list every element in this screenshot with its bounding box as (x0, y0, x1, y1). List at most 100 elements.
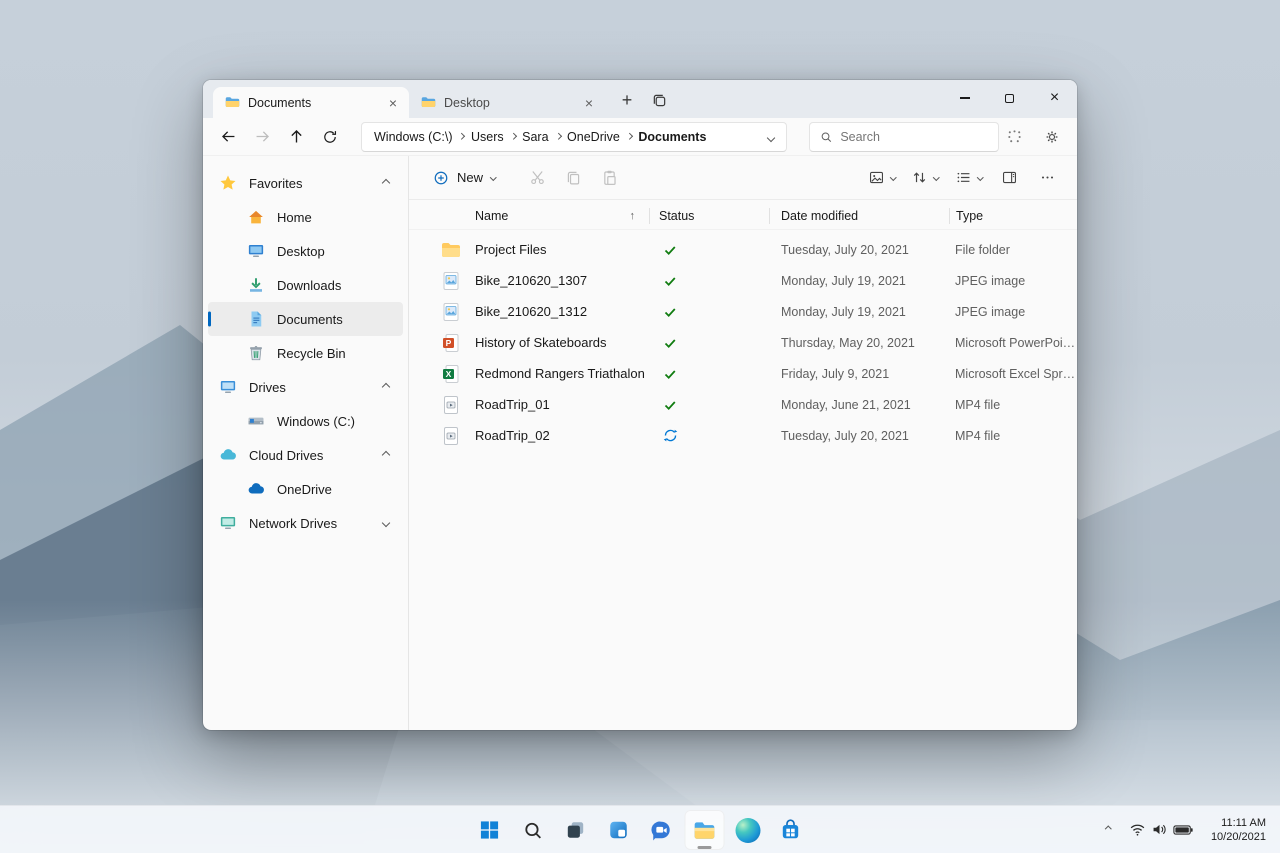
file-type: JPEG image (955, 273, 1026, 288)
folder-icon (421, 97, 436, 107)
jpeg-file-icon (443, 271, 459, 290)
chevron-up-icon[interactable] (381, 382, 391, 392)
tab-overview-icon[interactable] (645, 86, 673, 114)
file-date-modified: Thursday, May 20, 2021 (781, 335, 915, 350)
synced-icon (664, 338, 676, 348)
sidebar-item-recycle-bin[interactable]: Recycle Bin (208, 336, 403, 370)
clipboard-icon (604, 170, 616, 185)
layout-button[interactable] (861, 162, 903, 194)
syncing-icon (663, 429, 678, 442)
sidebar-item-downloads[interactable]: Downloads (208, 268, 403, 302)
forward-button[interactable] (247, 122, 277, 152)
breadcrumb-segment[interactable]: OneDrive (567, 130, 620, 144)
video-file-icon (444, 395, 458, 414)
file-name: RoadTrip_01 (475, 397, 550, 412)
thumbnail-icon (869, 171, 883, 184)
taskbar-clock[interactable]: 11:11 AM 10/20/2021 (1201, 810, 1278, 850)
sidebar-item-desktop[interactable]: Desktop (208, 234, 403, 268)
address-bar[interactable]: Windows (C:\) Users Sara OneDrive Docume… (361, 121, 787, 152)
up-button[interactable] (281, 122, 311, 152)
chevron-up-icon[interactable] (381, 178, 391, 188)
sidebar-section-drives[interactable]: Drives (208, 370, 403, 404)
chevron-up-icon[interactable] (381, 450, 391, 460)
microsoft-store-button[interactable] (771, 810, 811, 850)
column-header-date-modified[interactable]: Date modified (769, 207, 949, 224)
file-type: JPEG image (955, 304, 1026, 319)
sidebar-item-home[interactable]: Home (208, 200, 403, 234)
minimize-button[interactable] (942, 80, 987, 116)
sidebar-item-label: Windows (C:) (277, 413, 356, 429)
edge-button[interactable] (728, 810, 768, 850)
widgets-button[interactable] (599, 810, 639, 850)
file-row[interactable]: P History of Skateboards Thursday, May 2… (409, 327, 1077, 358)
tab-strip: Documents × Desktop × + × (203, 80, 1077, 118)
breadcrumb-segment[interactable]: Sara (522, 130, 548, 144)
start-button[interactable] (470, 810, 510, 850)
file-row[interactable]: RoadTrip_01 Monday, June 21, 2021 MP4 fi… (409, 389, 1077, 420)
hidden-icons-button[interactable] (1096, 810, 1121, 850)
settings-gear-icon[interactable] (1037, 122, 1067, 152)
sidebar-item-onedrive[interactable]: OneDrive (208, 472, 403, 506)
file-row[interactable]: RoadTrip_02 Tuesday, July 20, 2021 MP4 f… (409, 420, 1077, 451)
tab-close-button[interactable]: × (579, 93, 599, 113)
chevron-down-icon[interactable] (381, 518, 391, 528)
tab-documents[interactable]: Documents × (213, 87, 409, 118)
column-header-type[interactable]: Type (949, 207, 1077, 224)
file-row[interactable]: Bike_210620_1312 Monday, July 19, 2021 J… (409, 296, 1077, 327)
cut-button[interactable] (520, 162, 556, 194)
file-explorer-button[interactable] (684, 810, 725, 850)
new-tab-button[interactable]: + (613, 86, 641, 114)
sidebar-section-cloud-drives[interactable]: Cloud Drives (208, 438, 403, 472)
powerpoint-file-icon: P (443, 333, 459, 352)
file-row[interactable]: X Redmond Rangers Triathalon Friday, Jul… (409, 358, 1077, 389)
chevron-down-icon (889, 174, 896, 181)
address-dropdown-button[interactable] (766, 128, 776, 146)
file-row[interactable]: Project Files Tuesday, July 20, 2021 Fil… (409, 234, 1077, 265)
file-row[interactable]: Bike_210620_1307 Monday, July 19, 2021 J… (409, 265, 1077, 296)
sidebar-section-network-drives[interactable]: Network Drives (208, 506, 403, 540)
breadcrumb-segment-current[interactable]: Documents (638, 130, 706, 144)
file-name: Project Files (475, 242, 547, 257)
copy-button[interactable] (556, 162, 592, 194)
search-input[interactable] (840, 129, 988, 144)
refresh-button[interactable] (315, 122, 345, 152)
chevron-right-icon (458, 133, 465, 140)
search-box[interactable] (809, 121, 999, 152)
folder-icon (225, 97, 240, 107)
breadcrumb-segment[interactable]: Users (471, 130, 504, 144)
details-pane-button[interactable] (991, 162, 1027, 194)
breadcrumb-segment[interactable]: Windows (C:\) (374, 130, 452, 144)
view-button[interactable] (948, 162, 990, 194)
tab-desktop[interactable]: Desktop × (409, 87, 605, 118)
new-button[interactable]: New (423, 162, 506, 194)
sidebar-item-documents[interactable]: Documents (208, 302, 403, 336)
chat-button[interactable] (642, 810, 682, 850)
task-view-icon (567, 822, 584, 838)
sidebar-section-favorites[interactable]: Favorites (208, 166, 403, 200)
clock-date: 10/20/2021 (1210, 830, 1266, 843)
file-date-modified: Monday, July 19, 2021 (781, 304, 906, 319)
store-bag-icon (782, 819, 799, 839)
file-explorer-window: Documents × Desktop × + × Windows (C:\) … (203, 80, 1077, 730)
chevron-right-icon (554, 133, 561, 140)
sidebar-item-windows-c[interactable]: Windows (C:) (208, 404, 403, 438)
file-type: MP4 file (955, 397, 1001, 412)
back-button[interactable] (213, 122, 243, 152)
more-options-button[interactable] (1029, 162, 1065, 194)
refresh-icon (324, 130, 337, 143)
scissors-icon (531, 171, 544, 185)
clock-time: 11:11 AM (1221, 816, 1266, 829)
task-view-button[interactable] (556, 810, 596, 850)
paste-button[interactable] (592, 162, 628, 194)
taskbar-search-button[interactable] (513, 810, 553, 850)
tab-close-button[interactable]: × (383, 93, 403, 113)
sort-button[interactable] (904, 162, 946, 194)
column-header-status[interactable]: Status (649, 207, 769, 224)
file-date-modified: Friday, July 9, 2021 (781, 366, 890, 381)
close-button[interactable]: × (1032, 80, 1077, 116)
sidebar-item-label: Home (277, 209, 312, 225)
maximize-button[interactable] (987, 80, 1032, 116)
tray-status-icons[interactable] (1121, 810, 1201, 850)
column-header-name[interactable]: Name ↑ (409, 208, 649, 224)
sync-status-icon[interactable] (999, 122, 1029, 152)
